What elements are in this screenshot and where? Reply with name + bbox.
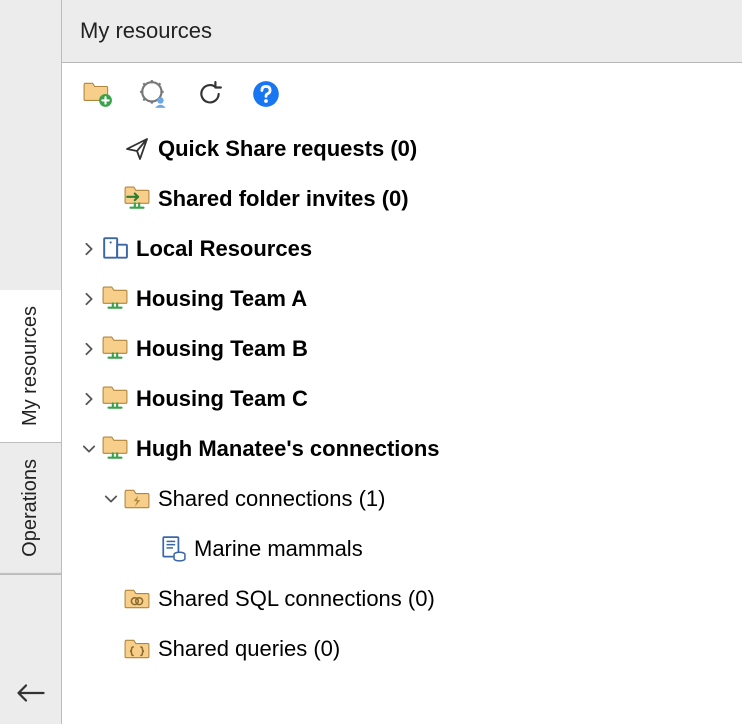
tree-item-label: Shared queries (0) (158, 636, 340, 662)
chevron-right-icon[interactable] (78, 292, 100, 306)
tree-item-label: Housing Team A (136, 286, 307, 312)
tree-item-label: Local Resources (136, 236, 312, 262)
tree-item-shared-connections[interactable]: Shared connections (1) (62, 474, 742, 524)
chevron-down-icon[interactable] (78, 442, 100, 456)
tree-item-team-c[interactable]: Housing Team C (62, 374, 742, 424)
tree-item-label: Housing Team C (136, 386, 308, 412)
panel: My resources (62, 0, 742, 724)
tree-item-shared-sql[interactable]: Shared SQL connections (0) (62, 574, 742, 624)
chevron-right-icon[interactable] (78, 242, 100, 256)
shared-folder-icon (100, 436, 130, 462)
tree-item-label: Shared folder invites (0) (158, 186, 409, 212)
resource-tree: Quick Share requests (0) Shared folder i… (62, 124, 742, 686)
tree-item-shared-invites[interactable]: Shared folder invites (0) (62, 174, 742, 224)
tree-item-label: Hugh Manatee's connections (136, 436, 440, 462)
tree-item-hugh-connections[interactable]: Hugh Manatee's connections (62, 424, 742, 474)
tree-item-marine-mammals[interactable]: Marine mammals (62, 524, 742, 574)
tree-item-local-resources[interactable]: Local Resources (62, 224, 742, 274)
tree-item-label: Quick Share requests (0) (158, 136, 417, 162)
tab-my-resources[interactable]: My resources (0, 290, 61, 443)
manage-users-button[interactable] (138, 78, 170, 110)
refresh-button[interactable] (194, 78, 226, 110)
shared-folder-icon (100, 336, 130, 362)
folder-sql-icon (122, 588, 152, 610)
panel-title: My resources (62, 0, 742, 63)
new-folder-button[interactable] (82, 78, 114, 110)
folder-bolt-icon (122, 488, 152, 510)
back-arrow-icon[interactable] (16, 682, 46, 704)
panel-body: Quick Share requests (0) Shared folder i… (62, 63, 742, 724)
tree-item-label: Marine mammals (194, 536, 363, 562)
tree-item-shared-queries[interactable]: Shared queries (0) (62, 624, 742, 674)
tree-item-team-b[interactable]: Housing Team B (62, 324, 742, 374)
shared-folder-icon (100, 386, 130, 412)
chevron-right-icon[interactable] (78, 342, 100, 356)
database-doc-icon (158, 536, 188, 562)
vertical-tab-strip: My resources Operations (0, 0, 62, 724)
folder-invite-icon (122, 186, 152, 212)
tree-item-quick-share[interactable]: Quick Share requests (0) (62, 124, 742, 174)
folder-queries-icon (122, 638, 152, 660)
paper-plane-icon (122, 137, 152, 161)
chevron-right-icon[interactable] (78, 392, 100, 406)
app-root: My resources Operations My resources (0, 0, 742, 724)
shared-folder-icon (100, 286, 130, 312)
tree-item-label: Housing Team B (136, 336, 308, 362)
tree-item-label: Shared connections (1) (158, 486, 385, 512)
chevron-down-icon[interactable] (100, 492, 122, 506)
tree-item-label: Shared SQL connections (0) (158, 586, 435, 612)
tab-operations[interactable]: Operations (0, 443, 61, 574)
toolbar (62, 64, 742, 124)
help-button[interactable] (250, 78, 282, 110)
computer-icon (100, 236, 130, 262)
tree-item-team-a[interactable]: Housing Team A (62, 274, 742, 324)
